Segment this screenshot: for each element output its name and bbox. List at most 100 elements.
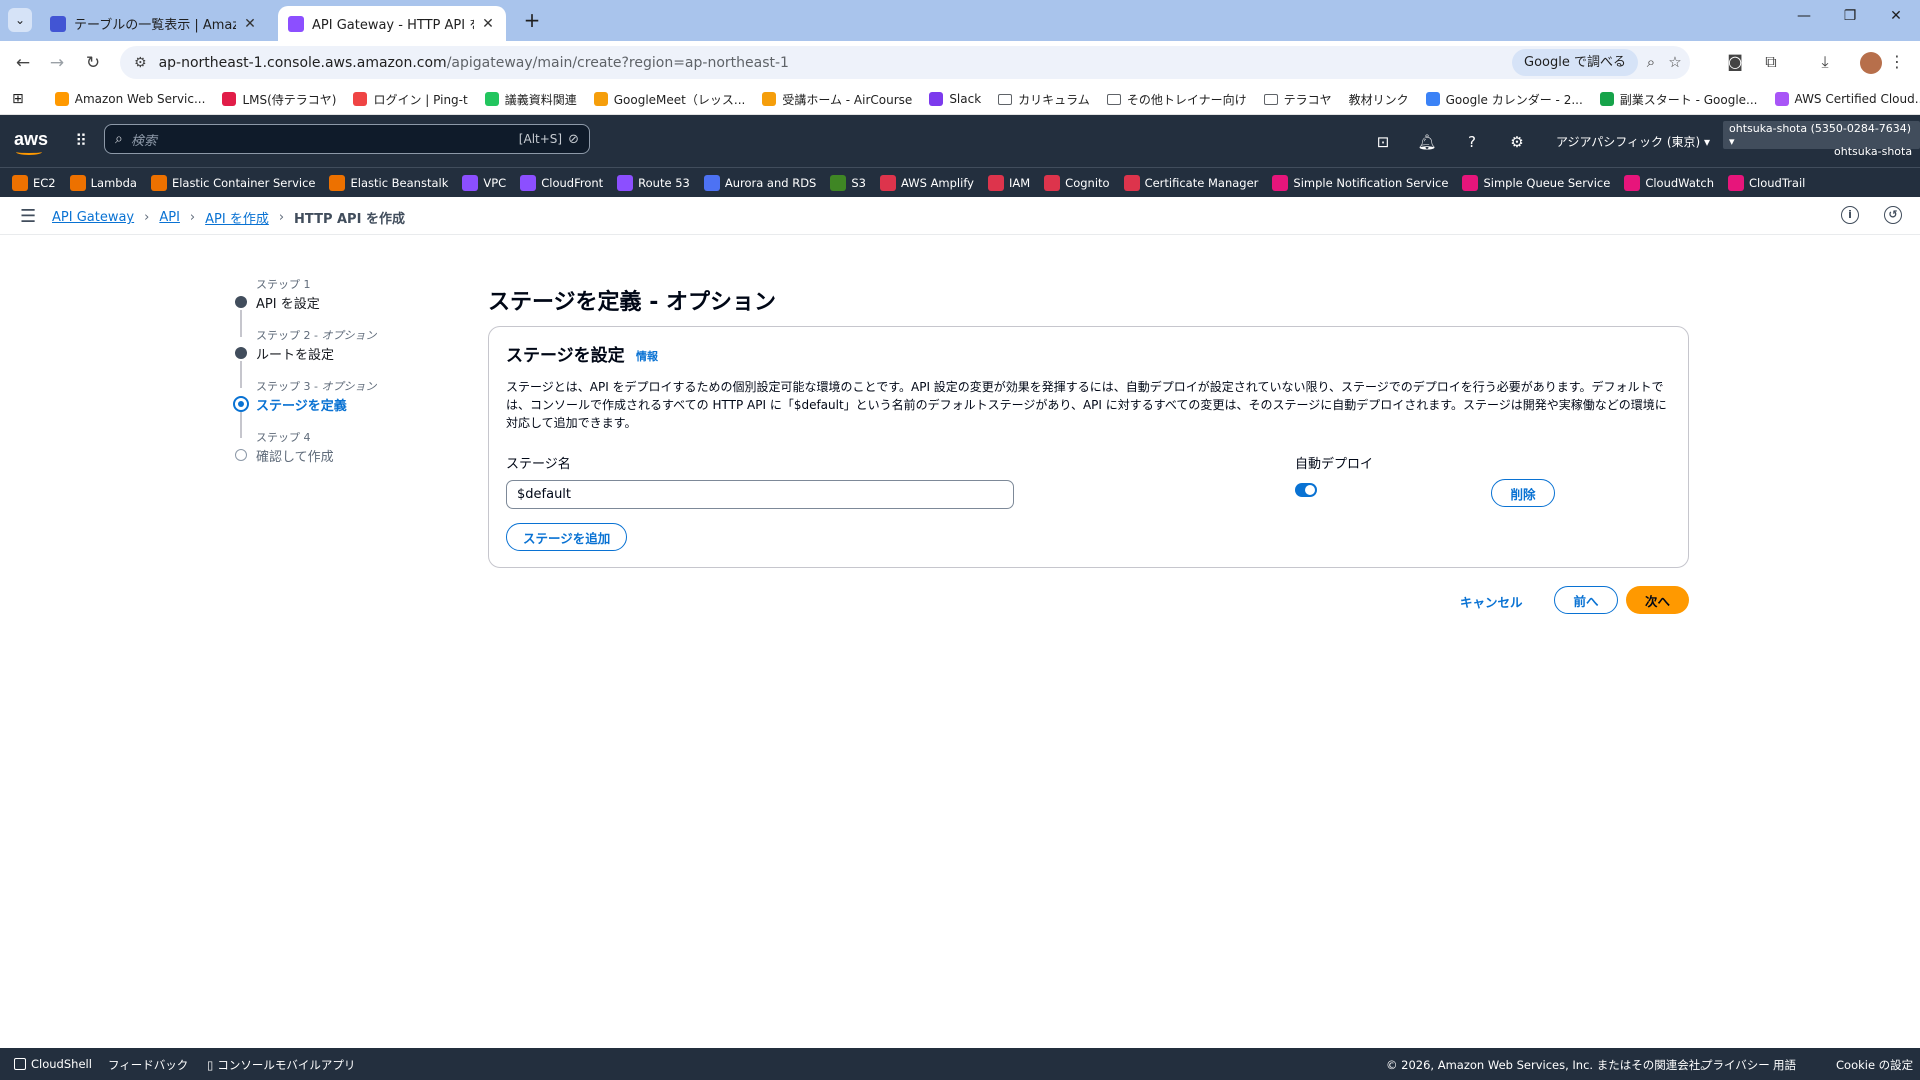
close-tab-icon[interactable]: ✕ xyxy=(480,16,496,32)
chevron-right-icon: › xyxy=(189,210,196,225)
aws-search-bar[interactable]: ⌕ 検索 [Alt+S] ⊘ xyxy=(104,124,590,154)
bookmark-item[interactable]: カリキュラム xyxy=(998,91,1090,108)
bookmark-item[interactable]: Slack xyxy=(929,91,981,108)
service-shortcut[interactable]: Simple Notification Service xyxy=(1272,174,1448,191)
bookmark-item[interactable]: 副業スタート - Google... xyxy=(1599,91,1758,108)
restore-icon[interactable]: ❐ xyxy=(1830,8,1870,32)
url-text[interactable]: ap-northeast-1.console.aws.amazon.com/ap… xyxy=(159,55,789,71)
bookmark-item[interactable]: その他トレイナー向け xyxy=(1106,91,1247,108)
service-label: CloudTrail xyxy=(1748,175,1806,190)
bookmark-label: Amazon Web Servic... xyxy=(74,92,206,106)
tab-search-chevron-icon[interactable]: ⌄ xyxy=(8,8,32,32)
bookmark-label: 受講ホーム - AirCourse xyxy=(782,92,913,107)
service-shortcut[interactable]: Elastic Container Service xyxy=(150,174,315,191)
service-shortcut[interactable]: Simple Queue Service xyxy=(1462,174,1610,191)
bookmark-item[interactable]: 議義資料関連 xyxy=(484,91,577,108)
settings-gear-icon[interactable]: ⚙ xyxy=(1506,131,1528,153)
next-button[interactable]: 次へ xyxy=(1626,586,1689,614)
back-arrow-icon[interactable]: ← xyxy=(10,50,36,76)
service-shortcut[interactable]: S3 xyxy=(830,174,866,191)
notifications-panel-icon[interactable]: ↺ xyxy=(1884,206,1902,224)
bookmark-item[interactable]: GoogleMeet（レッス... xyxy=(593,91,745,108)
service-shortcut[interactable]: CloudWatch xyxy=(1624,174,1714,191)
bookmark-item[interactable]: AWS Certified Cloud... xyxy=(1774,91,1920,108)
footer-privacy[interactable]: プライバシー xyxy=(1701,1057,1770,1073)
bookmark-item[interactable]: 教材リンク xyxy=(1349,91,1409,108)
bookmark-label: テラコヤ xyxy=(1283,92,1332,107)
forward-arrow-icon[interactable]: → xyxy=(44,50,70,76)
footer-feedback[interactable]: フィードバック xyxy=(108,1057,188,1073)
footer-mobile-app[interactable]: ▯ コンソールモバイルアプリ xyxy=(207,1057,355,1073)
screenshot-icon[interactable]: ◙ xyxy=(1724,52,1746,74)
minimize-icon[interactable]: — xyxy=(1784,8,1824,32)
services-grid-icon[interactable]: ⠿ xyxy=(72,132,90,150)
service-shortcut[interactable]: VPC xyxy=(462,174,506,191)
cancel-button[interactable]: キャンセル xyxy=(1460,592,1523,611)
bookmark-item[interactable]: LMS(侍テラコヤ) xyxy=(222,91,336,108)
service-shortcut[interactable]: IAM xyxy=(987,174,1030,191)
bookmark-item[interactable]: ログイン | Ping-t xyxy=(353,91,468,108)
stage-name-input[interactable] xyxy=(506,480,1014,509)
new-tab-plus-icon[interactable]: + xyxy=(520,8,544,32)
service-icon xyxy=(703,174,720,191)
site-info-icon[interactable]: ⚙ xyxy=(134,55,147,71)
search-shortcut: [Alt+S] xyxy=(518,132,563,146)
notifications-bell-icon[interactable]: 🔔︎ xyxy=(1416,131,1438,153)
footer-cookie-settings[interactable]: Cookie の設定 xyxy=(1836,1057,1913,1073)
close-window-icon[interactable]: ✕ xyxy=(1876,8,1916,32)
service-shortcut[interactable]: EC2 xyxy=(12,174,56,191)
browser-tab-api-gateway[interactable]: API Gateway - HTTP API を作成 ✕ xyxy=(278,6,506,41)
service-shortcut[interactable]: Aurora and RDS xyxy=(703,174,816,191)
service-icon xyxy=(1272,174,1289,191)
cloudshell-icon[interactable]: ⊡ xyxy=(1372,131,1394,153)
service-shortcut[interactable]: Lambda xyxy=(69,174,137,191)
zoom-icon[interactable]: ⌕ xyxy=(1640,51,1662,73)
service-shortcut[interactable]: CloudFront xyxy=(520,174,603,191)
add-stage-button[interactable]: ステージを追加 xyxy=(506,523,628,551)
aws-smile-icon xyxy=(16,149,42,155)
url-omnibox[interactable]: ⚙ ap-northeast-1.console.aws.amazon.com/… xyxy=(120,46,1690,79)
clear-search-icon[interactable]: ⊘ xyxy=(568,132,579,147)
apps-grid-icon[interactable]: ⊞ xyxy=(12,91,24,107)
service-shortcut[interactable]: Certificate Manager xyxy=(1123,174,1258,191)
delete-stage-button[interactable]: 削除 xyxy=(1491,479,1555,507)
panel-description: ステージとは、API をデプロイするための個別設定可能な環境のことです。API … xyxy=(506,380,1667,430)
bookmark-label: カリキュラム xyxy=(1018,92,1090,107)
browser-menu-icon[interactable]: ⋮ xyxy=(1886,52,1908,74)
bookmark-item[interactable]: 受講ホーム - AirCourse xyxy=(762,91,912,108)
help-icon[interactable]: ? xyxy=(1461,131,1483,153)
service-shortcut[interactable]: Elastic Beanstalk xyxy=(329,174,448,191)
footer-cloudshell[interactable]: CloudShell xyxy=(14,1057,92,1071)
breadcrumb-api[interactable]: API xyxy=(159,210,180,225)
menu-hamburger-icon[interactable]: ☰ xyxy=(20,206,36,227)
bookmark-star-icon[interactable]: ☆ xyxy=(1664,51,1686,73)
close-tab-icon[interactable]: ✕ xyxy=(242,16,258,32)
service-shortcut[interactable]: CloudTrail xyxy=(1727,174,1806,191)
breadcrumb-current: HTTP API を作成 xyxy=(294,212,405,227)
service-shortcut[interactable]: AWS Amplify xyxy=(880,174,974,191)
bookmark-item[interactable]: Amazon Web Servic... xyxy=(54,91,206,108)
service-icon xyxy=(880,174,896,191)
service-shortcut[interactable]: Route 53 xyxy=(617,174,690,191)
extensions-icon[interactable]: ⧉ xyxy=(1760,52,1782,74)
footer-terms[interactable]: 用語 xyxy=(1773,1057,1796,1073)
region-selector[interactable]: アジアパシフィック (東京) ▾ xyxy=(1556,133,1710,150)
info-panel-icon[interactable]: i xyxy=(1841,206,1859,224)
step-title: API を設定 xyxy=(256,297,320,312)
auto-deploy-toggle[interactable] xyxy=(1295,483,1317,497)
footer-cloudshell-label: CloudShell xyxy=(31,1057,92,1071)
breadcrumb-api-gateway[interactable]: API Gateway xyxy=(52,210,134,225)
download-icon[interactable]: ⤓ xyxy=(1814,52,1836,74)
service-shortcut[interactable]: Cognito xyxy=(1044,174,1110,191)
aws-logo[interactable]: aws xyxy=(14,129,48,155)
breadcrumb-bar: ☰ API Gateway › API › API を作成 › HTTP API… xyxy=(0,197,1920,235)
profile-avatar[interactable] xyxy=(1860,52,1882,74)
breadcrumb-create-api[interactable]: API を作成 xyxy=(205,208,269,227)
bookmark-item[interactable]: テラコヤ xyxy=(1263,91,1332,108)
previous-button[interactable]: 前へ xyxy=(1554,586,1618,614)
info-link[interactable]: 情報 xyxy=(636,348,658,364)
browser-tab-dynamodb[interactable]: テーブルの一覧表示 | Amazon Dy ✕ xyxy=(40,6,268,41)
google-search-chip[interactable]: Google で調べる xyxy=(1512,49,1638,76)
bookmark-item[interactable]: Google カレンダー - 2... xyxy=(1425,91,1583,108)
reload-icon[interactable]: ↻ xyxy=(80,50,106,76)
